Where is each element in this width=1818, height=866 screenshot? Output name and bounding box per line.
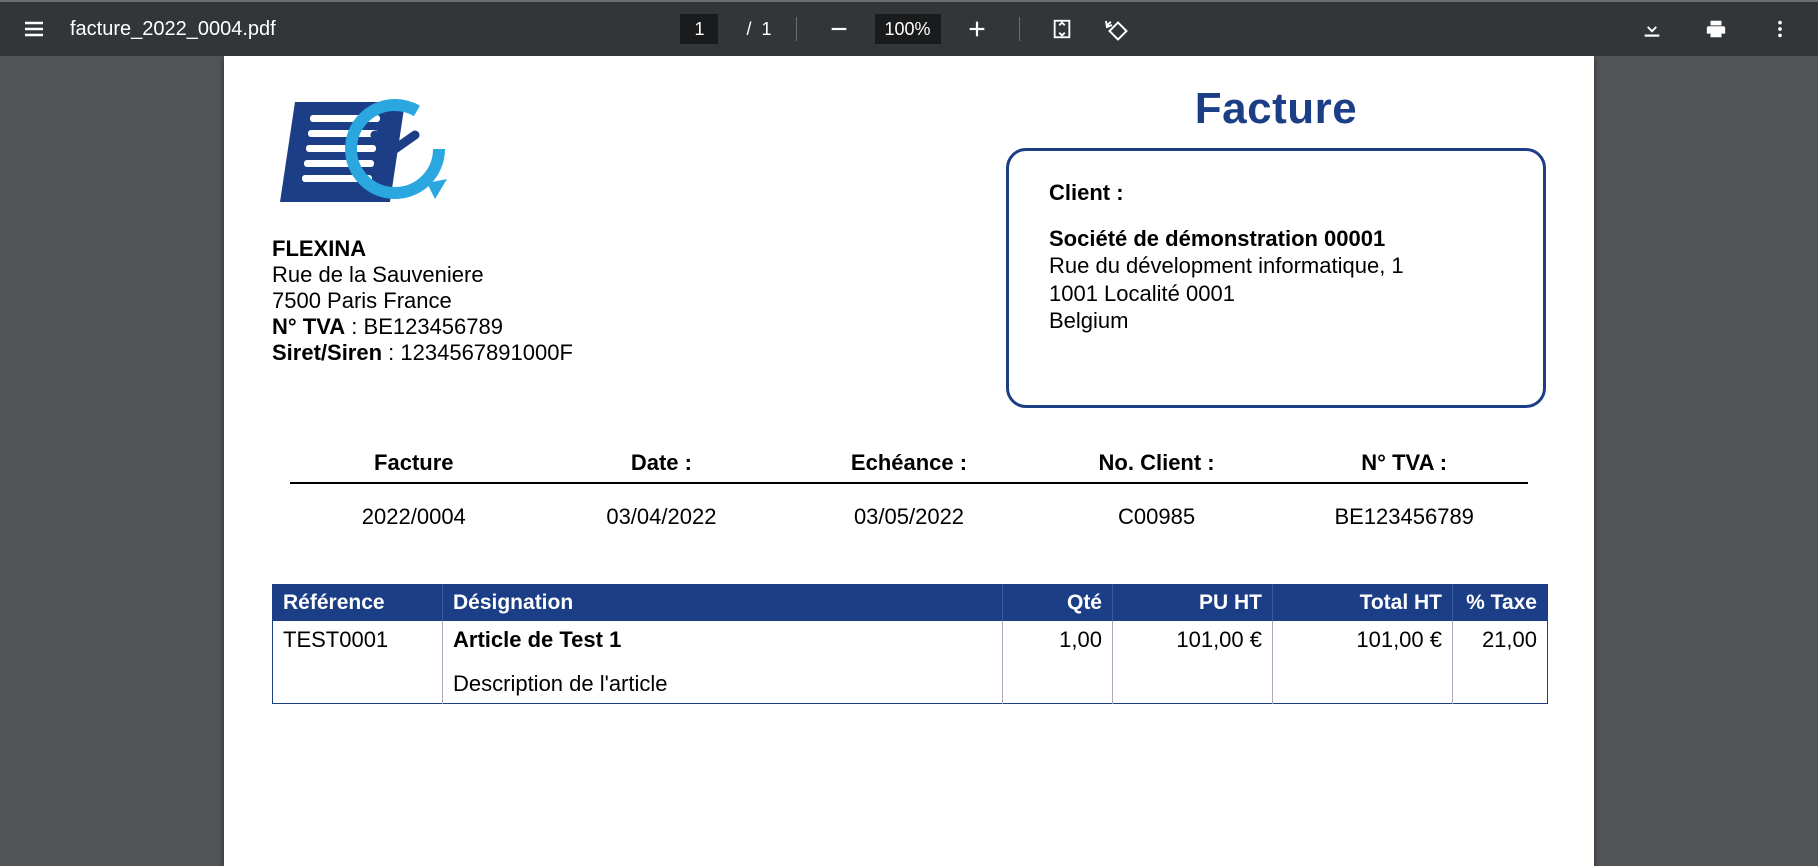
siret-label: Siret/Siren <box>272 340 382 365</box>
cell-ref: TEST0001 <box>273 621 443 659</box>
cell-des: Article de Test 1 <box>443 621 1003 659</box>
zoom-in-icon[interactable] <box>959 11 995 47</box>
meta-val-tva: BE123456789 <box>1280 504 1528 530</box>
meta-head-tva: N° TVA : <box>1280 450 1528 476</box>
company-block: FLEXINA Rue de la Sauveniere 7500 Paris … <box>272 84 632 366</box>
table-row: Description de l'article <box>273 659 1548 704</box>
more-icon[interactable] <box>1762 11 1798 47</box>
vat-label: N° TVA <box>272 314 345 339</box>
meta-val-echeance: 03/05/2022 <box>785 504 1033 530</box>
client-address2: 1001 Localité 0001 <box>1049 280 1503 308</box>
company-address2: 7500 Paris France <box>272 288 632 314</box>
col-designation: Désignation <box>443 585 1003 622</box>
items-table: Référence Désignation Qté PU HT Total HT… <box>272 584 1548 704</box>
client-name: Société de démonstration 00001 <box>1049 225 1503 253</box>
document-title: Facture <box>1195 84 1357 134</box>
company-logo <box>272 84 457 224</box>
filename: facture_2022_0004.pdf <box>70 18 276 41</box>
table-row: TEST0001 Article de Test 1 1,00 101,00 €… <box>273 621 1548 659</box>
meta-head-echeance: Echéance : <box>785 450 1033 476</box>
separator <box>796 17 797 41</box>
client-box: Client : Société de démonstration 00001 … <box>1006 148 1546 408</box>
cell-qty: 1,00 <box>1003 621 1113 659</box>
pdf-page: FLEXINA Rue de la Sauveniere 7500 Paris … <box>224 56 1594 866</box>
fit-page-icon[interactable] <box>1044 11 1080 47</box>
meta-head-client: No. Client : <box>1033 450 1281 476</box>
col-qte: Qté <box>1003 585 1113 622</box>
meta-head-facture: Facture <box>290 450 538 476</box>
cell-total: 101,00 € <box>1273 621 1453 659</box>
client-label: Client : <box>1049 179 1503 207</box>
zoom-level[interactable]: 100% <box>875 14 941 44</box>
cell-tax: 21,00 <box>1453 621 1548 659</box>
company-address1: Rue de la Sauveniere <box>272 262 632 288</box>
meta-head-date: Date : <box>538 450 786 476</box>
rotate-icon[interactable] <box>1098 11 1134 47</box>
menu-icon[interactable] <box>16 11 52 47</box>
print-icon[interactable] <box>1698 11 1734 47</box>
download-icon[interactable] <box>1634 11 1670 47</box>
client-address1: Rue du dévelopment informatique, 1 <box>1049 252 1503 280</box>
col-taxe: % Taxe <box>1453 585 1548 622</box>
col-totalht: Total HT <box>1273 585 1453 622</box>
meta-val-facture: 2022/0004 <box>290 504 538 530</box>
cell-pu: 101,00 € <box>1113 621 1273 659</box>
page-number-input[interactable] <box>680 14 718 44</box>
pdf-toolbar: facture_2022_0004.pdf / 1 100% <box>0 0 1818 56</box>
company-name: FLEXINA <box>272 236 366 261</box>
page-total: / 1 <box>746 19 771 40</box>
zoom-out-icon[interactable] <box>821 11 857 47</box>
col-puht: PU HT <box>1113 585 1273 622</box>
pdf-viewport[interactable]: FLEXINA Rue de la Sauveniere 7500 Paris … <box>0 56 1818 866</box>
meta-val-client: C00985 <box>1033 504 1281 530</box>
meta-val-date: 03/04/2022 <box>538 504 786 530</box>
client-country: Belgium <box>1049 307 1503 335</box>
invoice-meta: Facture Date : Echéance : No. Client : N… <box>272 444 1546 536</box>
col-reference: Référence <box>273 585 443 622</box>
separator <box>1019 17 1020 41</box>
siret-value: 1234567891000F <box>400 340 573 365</box>
cell-desc2: Description de l'article <box>443 659 1003 704</box>
vat-value: BE123456789 <box>364 314 503 339</box>
